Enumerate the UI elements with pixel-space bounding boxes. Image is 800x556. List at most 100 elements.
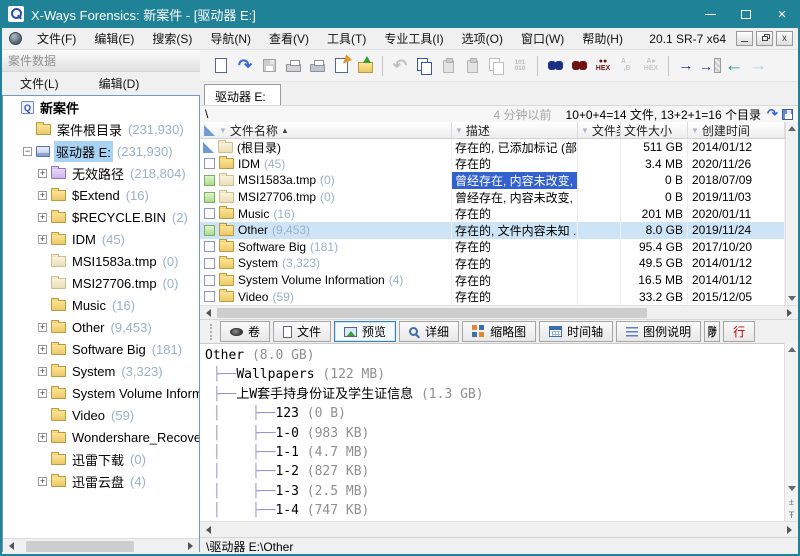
table-vscrollbar[interactable]: [785, 122, 798, 305]
tree-item-1[interactable]: 案件根目录(231,930): [3, 118, 199, 140]
table-row[interactable]: IDM(45)存在的3.4 MB2020/11/26: [200, 156, 785, 173]
tree-item-9[interactable]: Music(16): [3, 294, 199, 316]
save-view-icon[interactable]: [780, 107, 795, 121]
tree-item-10[interactable]: +Other(9,453): [3, 316, 199, 338]
tree-item-8[interactable]: MSI27706.tmp(0): [3, 272, 199, 294]
tree-expander-icon[interactable]: +: [38, 345, 47, 354]
tree-item-12[interactable]: +System(3,323): [3, 360, 199, 382]
scrollbar-track[interactable]: [785, 356, 798, 482]
scroll-down-icon[interactable]: [786, 292, 798, 305]
export-folder-icon[interactable]: [353, 54, 377, 78]
column-header-3[interactable]: 文件大小: [621, 122, 688, 138]
tree-expander-icon[interactable]: −: [23, 147, 32, 156]
tree-expander-icon[interactable]: +: [38, 367, 47, 376]
find-next-icon[interactable]: [567, 54, 591, 78]
tree-item-13[interactable]: +System Volume Inform: [3, 382, 199, 404]
filter-icon[interactable]: ▼: [691, 126, 699, 135]
mdi-close-button[interactable]: x: [776, 31, 793, 46]
tree-expander-icon[interactable]: +: [38, 433, 47, 442]
row-checkbox[interactable]: [204, 275, 215, 286]
table-row[interactable]: MSI1583a.tmp(0)曾经存在, 内容未改变, 已查看0 B2018/0…: [200, 172, 785, 189]
scroll-up-icon[interactable]: [786, 122, 798, 135]
filter-icon[interactable]: ▼: [219, 126, 227, 135]
menu-item-7[interactable]: 选项(O): [453, 30, 512, 47]
scroll-right-icon[interactable]: [787, 526, 792, 534]
back-icon[interactable]: ←: [722, 54, 746, 78]
open-icon[interactable]: ↷: [233, 54, 257, 78]
jump-up-icon[interactable]: ±: [785, 495, 798, 508]
column-header-1[interactable]: ▼描述: [452, 122, 578, 138]
table-row[interactable]: Music(16)存在的201 MB2020/01/11: [200, 205, 785, 222]
tree-expander-icon[interactable]: +: [38, 389, 47, 398]
copy-icon[interactable]: [412, 54, 436, 78]
row-checkbox[interactable]: [204, 158, 215, 169]
tree-item-2[interactable]: −驱动器 E:(231,930): [3, 140, 199, 162]
scroll-left-icon[interactable]: [206, 526, 211, 534]
table-row[interactable]: Other(9,453)存在的, 文件内容未知 ...8.0 GB2019/11…: [200, 222, 785, 239]
tree-item-0[interactable]: Q新案件: [3, 96, 199, 118]
sidebar-menu-item-0[interactable]: 文件(L): [11, 75, 68, 92]
mode-tab-5[interactable]: 时间轴: [539, 321, 613, 342]
go-to-offset-icon[interactable]: →: [698, 54, 722, 78]
table-hscrollbar[interactable]: [200, 305, 798, 319]
scroll-left-icon[interactable]: [206, 309, 211, 317]
column-header-2[interactable]: ▼文件类型: [578, 122, 621, 138]
scroll-down-icon[interactable]: [785, 482, 798, 495]
menu-item-2[interactable]: 搜索(S): [143, 30, 201, 47]
tree-item-4[interactable]: +$Extend(16): [3, 184, 199, 206]
table-row[interactable]: System(3,323)存在的49.5 GB2014/01/12: [200, 255, 785, 272]
row-checkbox[interactable]: [204, 225, 215, 236]
refresh-icon[interactable]: ↷: [765, 107, 780, 121]
mode-tab-7[interactable]: 同步: [704, 321, 720, 342]
tree-item-3[interactable]: +无效路径(218,804): [3, 162, 199, 184]
go-to-icon[interactable]: →: [674, 54, 698, 78]
mdi-minimize-button[interactable]: [736, 31, 753, 46]
mode-tab-2[interactable]: 预览: [334, 321, 396, 342]
tree-item-17[interactable]: +迅雷云盘(4): [3, 470, 199, 492]
tree-expander-icon[interactable]: +: [38, 323, 47, 332]
tree-expander-icon[interactable]: +: [38, 477, 47, 486]
row-checkbox[interactable]: [204, 175, 215, 186]
scrollbar-track[interactable]: [786, 135, 798, 292]
scroll-up-icon[interactable]: [785, 343, 798, 356]
row-checkbox[interactable]: [204, 258, 215, 269]
preview-hscrollbar[interactable]: [200, 521, 798, 537]
hex-find-icon[interactable]: ●●HEX: [591, 54, 615, 78]
menu-item-3[interactable]: 导航(N): [201, 30, 260, 47]
jump-down-icon[interactable]: Ŧ: [785, 508, 798, 521]
menu-item-4[interactable]: 查看(V): [260, 30, 318, 47]
tree-expander-icon[interactable]: +: [38, 213, 47, 222]
tree-expander-icon[interactable]: +: [38, 235, 47, 244]
tree-item-5[interactable]: +$RECYCLE.BIN(2): [3, 206, 199, 228]
mdi-restore-button[interactable]: [756, 31, 773, 46]
tree-item-14[interactable]: Video(59): [3, 404, 199, 426]
tree-item-16[interactable]: 迅雷下载(0): [3, 448, 199, 470]
edit-report-icon[interactable]: [329, 54, 353, 78]
sidebar-hscrollbar[interactable]: [3, 538, 199, 553]
scroll-right-icon[interactable]: [188, 542, 193, 550]
row-checkbox[interactable]: [204, 291, 215, 302]
menu-item-9[interactable]: 帮助(H): [573, 30, 632, 47]
find-icon[interactable]: [543, 54, 567, 78]
close-button[interactable]: ×: [764, 0, 800, 28]
scroll-right-icon[interactable]: [787, 309, 792, 317]
minimize-button[interactable]: [692, 0, 728, 28]
tree-item-15[interactable]: +Wondershare_Recover: [3, 426, 199, 448]
menu-item-0[interactable]: 文件(F): [28, 30, 85, 47]
tree-item-11[interactable]: +Software Big(181): [3, 338, 199, 360]
menu-item-1[interactable]: 编辑(E): [85, 30, 143, 47]
column-header-4[interactable]: ▼创建时间: [688, 122, 785, 138]
column-header-0[interactable]: ▼文件名称▲: [200, 122, 452, 138]
row-checkbox[interactable]: [204, 241, 215, 252]
maximize-button[interactable]: [728, 0, 764, 28]
tree-item-7[interactable]: MSI1583a.tmp(0): [3, 250, 199, 272]
print-setup-icon[interactable]: [281, 54, 305, 78]
mode-tab-4[interactable]: 缩略图: [462, 321, 536, 342]
mode-tab-6[interactable]: 图例说明: [616, 321, 701, 342]
mode-tab-8[interactable]: 行: [723, 321, 755, 342]
mode-tab-1[interactable]: 文件: [273, 321, 331, 342]
sidebar-menu-item-1[interactable]: 编辑(D): [90, 75, 149, 92]
mode-tab-0[interactable]: 卷: [220, 321, 270, 342]
filter-icon[interactable]: ▼: [581, 126, 589, 135]
mode-tab-3[interactable]: 详细: [399, 321, 459, 342]
